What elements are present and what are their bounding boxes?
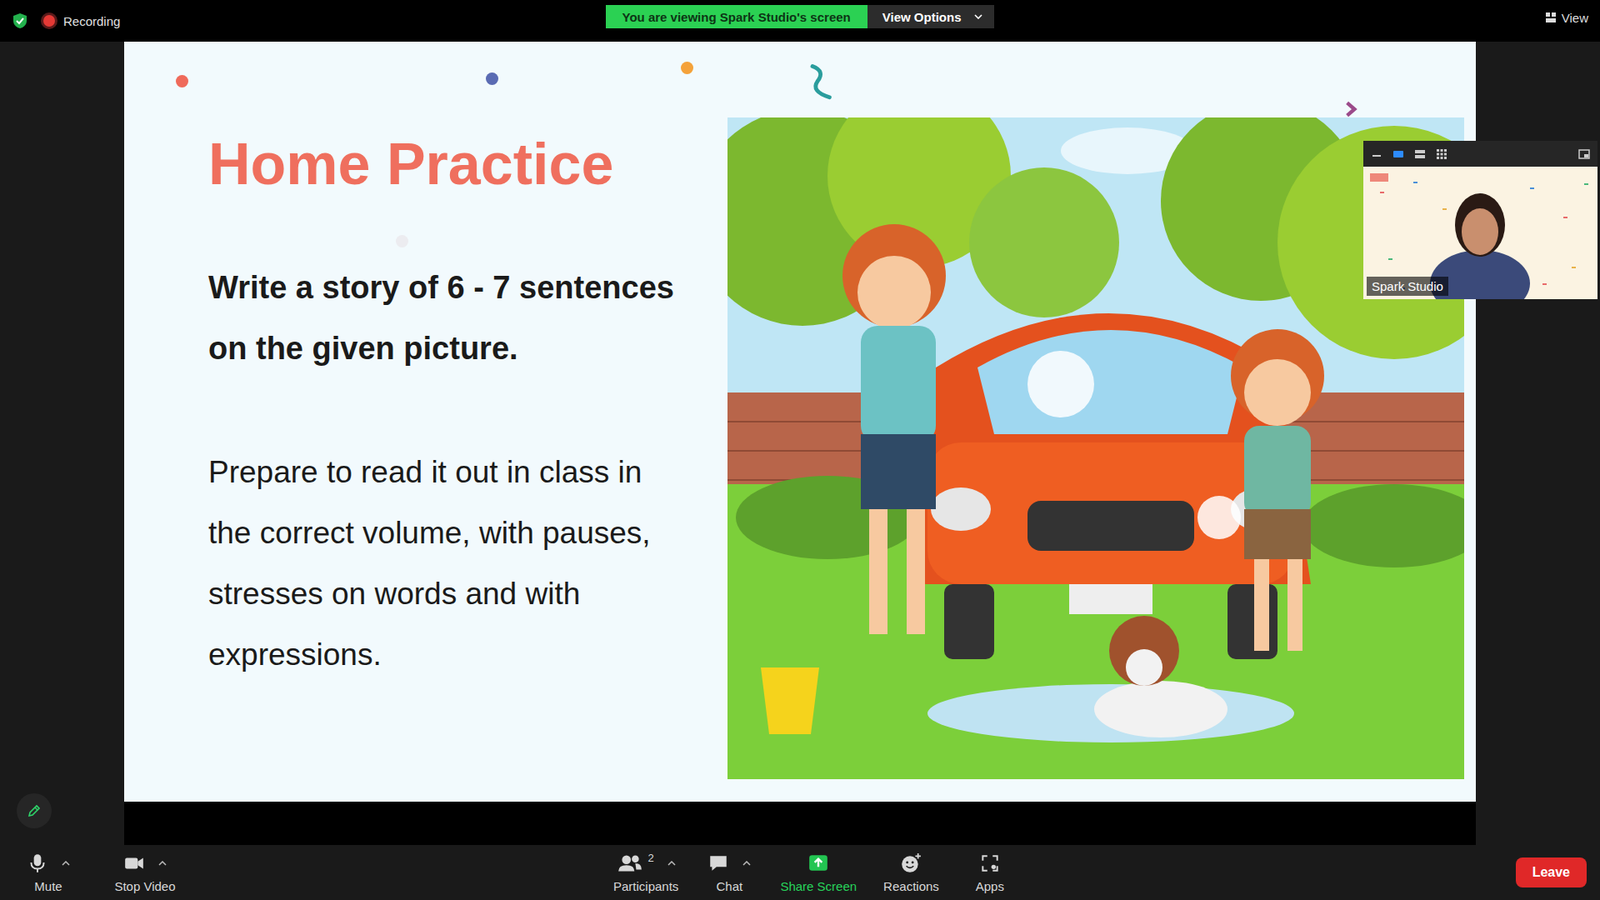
caret-up-icon[interactable] — [667, 860, 676, 866]
participant-count: 2 — [648, 851, 655, 865]
dog — [1094, 615, 1228, 738]
instructions-text: Prepare to read it out in class in the c… — [208, 441, 675, 685]
left-gutter — [0, 41, 125, 845]
camera-icon — [123, 852, 145, 875]
recording-dot-icon — [43, 15, 55, 27]
reactions-icon — [900, 852, 922, 875]
chevron-down-icon — [974, 14, 983, 20]
share-screen-icon — [807, 852, 830, 875]
shared-screen: Home Practice Write a story of 6 - 7 sent… — [124, 41, 1476, 845]
meeting-toolbar: MuteStop Video 2ParticipantsChatShare Scr… — [0, 845, 1600, 900]
squiggle-icon — [807, 63, 838, 104]
speaker-view-icon[interactable] — [1391, 147, 1405, 161]
view-options-button[interactable]: View Options — [867, 5, 995, 29]
shield-icon[interactable] — [11, 12, 29, 30]
slide-title: Home Practice — [208, 129, 678, 200]
toolbar-center: 2ParticipantsChatShare ScreenReactionsAp… — [601, 851, 1026, 894]
pop-out-icon[interactable] — [1577, 147, 1591, 161]
gallery-view-icon[interactable] — [1435, 147, 1449, 161]
chat-icon — [707, 852, 730, 875]
car-wash-picture — [727, 117, 1465, 780]
microphone-icon — [26, 852, 49, 875]
leave-button[interactable]: Leave — [1515, 857, 1587, 888]
toolbar-left: MuteStop Video — [0, 851, 194, 894]
toolbar-button[interactable]: Chat — [693, 851, 765, 894]
boy-right — [1230, 329, 1325, 651]
top-bar: Recording You are viewing Spark Studio's … — [0, 0, 1600, 42]
layout-icon — [1545, 11, 1557, 24]
apps-icon — [979, 852, 1001, 875]
caret-up-icon[interactable] — [158, 860, 167, 866]
minimize-icon[interactable] — [1370, 147, 1384, 161]
recording-area: Recording — [11, 12, 606, 30]
banner-text: You are viewing Spark Studio's screen — [605, 5, 868, 29]
participants-icon — [616, 852, 644, 875]
view-button[interactable]: View — [1545, 10, 1589, 25]
video-feed: Spark Studio — [1363, 166, 1598, 300]
caret-up-icon[interactable] — [742, 860, 751, 866]
recording-label: Recording — [63, 14, 120, 29]
chevron-decor-icon — [1344, 100, 1358, 119]
decor-dot — [395, 235, 409, 248]
toolbar-button[interactable]: Mute — [0, 851, 97, 894]
zoom-meeting-window: Recording You are viewing Spark Studio's … — [0, 0, 1600, 900]
viewing-banner: You are viewing Spark Studio's screenVie… — [605, 5, 995, 29]
video-thumbnail: Spark Studio — [1363, 140, 1598, 300]
annotate-button[interactable] — [16, 793, 52, 829]
caret-up-icon[interactable] — [61, 860, 70, 866]
decor-dot — [175, 75, 189, 88]
task-text: Write a story of 6 - 7 sentences on the … — [208, 257, 675, 380]
slide: Home Practice Write a story of 6 - 7 sent… — [124, 41, 1476, 802]
participant-name: Spark Studio — [1366, 276, 1449, 296]
toolbar-button[interactable]: Share Screen — [768, 851, 869, 894]
video-header — [1363, 140, 1598, 167]
toolbar-button[interactable]: Stop Video — [96, 851, 194, 894]
pencil-icon — [25, 802, 43, 820]
slide-text: Home Practice Write a story of 6 - 7 sent… — [124, 41, 728, 802]
decor-dot — [485, 72, 499, 85]
toolbar-button[interactable]: Apps — [954, 851, 1026, 894]
decor-dot — [680, 61, 694, 75]
strip-view-icon[interactable] — [1413, 147, 1427, 161]
toolbar-button[interactable]: Reactions — [871, 851, 951, 894]
meeting-main: Home Practice Write a story of 6 - 7 sent… — [0, 41, 1600, 845]
boy-left — [842, 224, 946, 635]
toolbar-button[interactable]: 2Participants — [601, 851, 690, 894]
